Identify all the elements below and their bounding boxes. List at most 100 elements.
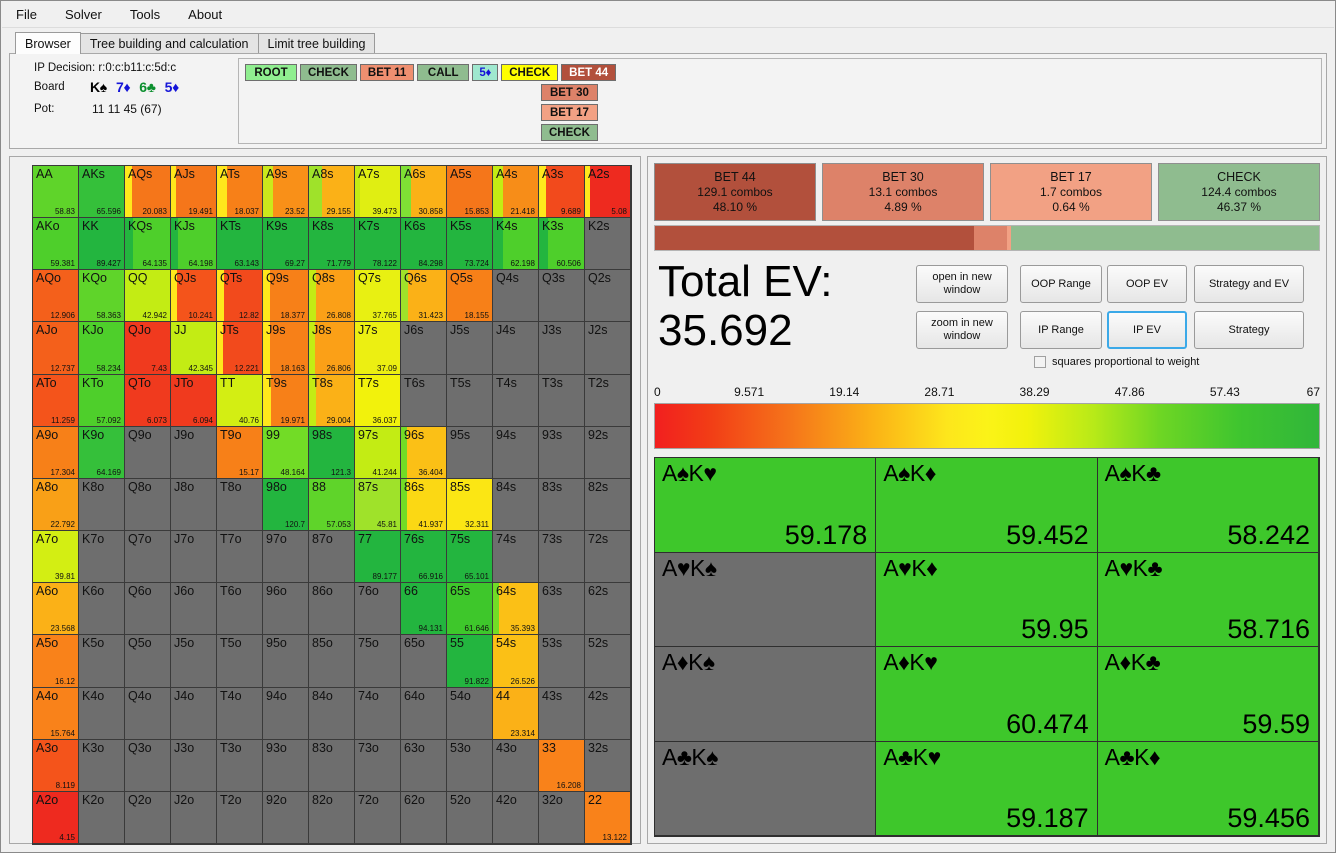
tab-tree-building[interactable]: Tree building and calculation	[80, 33, 259, 54]
menu-item-file[interactable]: File	[16, 7, 37, 22]
matrix-cell[interactable]: Q3s	[539, 270, 585, 322]
matrix-cell[interactable]: QTs12.82	[217, 270, 263, 322]
matrix-cell[interactable]: Q6o	[125, 583, 171, 635]
matrix-cell[interactable]: T2s	[585, 375, 631, 427]
matrix-cell[interactable]: 5591.822	[447, 635, 493, 687]
matrix-cell[interactable]: A5o16.12	[33, 635, 79, 687]
matrix-cell[interactable]: 76o	[355, 583, 401, 635]
matrix-cell[interactable]: 72o	[355, 792, 401, 844]
matrix-cell[interactable]: 3316.208	[539, 740, 585, 792]
combo-cell[interactable]: A♠K♣58.242	[1098, 458, 1319, 553]
matrix-cell[interactable]: KTs63.143	[217, 218, 263, 270]
matrix-cell[interactable]: KQs64.135	[125, 218, 171, 270]
hand-matrix[interactable]: AA58.83AKs65.596AQs20.083AJs19.491ATs18.…	[32, 165, 632, 845]
matrix-cell[interactable]: 97o	[263, 531, 309, 583]
matrix-cell[interactable]: J2o	[171, 792, 217, 844]
zoom-in-new-window-button[interactable]: zoom in new window	[916, 311, 1008, 349]
matrix-cell[interactable]: T2o	[217, 792, 263, 844]
matrix-cell[interactable]: 52o	[447, 792, 493, 844]
matrix-cell[interactable]: J6o	[171, 583, 217, 635]
matrix-cell[interactable]: 98o120.7	[263, 479, 309, 531]
matrix-cell[interactable]: AA58.83	[33, 166, 79, 218]
matrix-cell[interactable]: T9o15.17	[217, 427, 263, 479]
matrix-cell[interactable]: Q7o	[125, 531, 171, 583]
matrix-cell[interactable]: 94s	[493, 427, 539, 479]
matrix-cell[interactable]: A6o23.568	[33, 583, 79, 635]
matrix-cell[interactable]: J9s18.163	[263, 322, 309, 374]
menu-item-tools[interactable]: Tools	[130, 7, 160, 22]
matrix-cell[interactable]: 76s66.916	[401, 531, 447, 583]
matrix-cell[interactable]: T7o	[217, 531, 263, 583]
matrix-cell[interactable]: KTo57.092	[79, 375, 125, 427]
ip-range-button[interactable]: IP Range	[1020, 311, 1102, 349]
menu-item-about[interactable]: About	[188, 7, 222, 22]
matrix-cell[interactable]: 84o	[309, 688, 355, 740]
matrix-cell[interactable]: 64o	[401, 688, 447, 740]
matrix-cell[interactable]: J3s	[539, 322, 585, 374]
open-in-new-window-button[interactable]: open in new window	[916, 265, 1008, 303]
matrix-cell[interactable]: 75s65.101	[447, 531, 493, 583]
matrix-cell[interactable]: 73s	[539, 531, 585, 583]
matrix-cell[interactable]: 96s36.404	[401, 427, 447, 479]
matrix-cell[interactable]: 98s121.3	[309, 427, 355, 479]
matrix-cell[interactable]: A8o22.792	[33, 479, 79, 531]
matrix-cell[interactable]: 94o	[263, 688, 309, 740]
matrix-cell[interactable]: 62s	[585, 583, 631, 635]
matrix-cell[interactable]: JTo6.094	[171, 375, 217, 427]
matrix-cell[interactable]: AKo59.381	[33, 218, 79, 270]
action-card-bet-44[interactable]: BET 44129.1 combos48.10 %	[654, 163, 816, 221]
combo-cell[interactable]: A♦K♣59.59	[1098, 647, 1319, 742]
matrix-cell[interactable]: J3o	[171, 740, 217, 792]
matrix-cell[interactable]: Q4o	[125, 688, 171, 740]
matrix-cell[interactable]: 9948.164	[263, 427, 309, 479]
tree-node-check[interactable]: CHECK	[501, 64, 558, 81]
matrix-cell[interactable]: A3s9.689	[539, 166, 585, 218]
matrix-cell[interactable]: J6s	[401, 322, 447, 374]
oop-ev-button[interactable]: OOP EV	[1107, 265, 1187, 303]
tab-limit-tree-building[interactable]: Limit tree building	[258, 33, 376, 54]
combo-cell[interactable]: A♦K♠	[655, 647, 876, 742]
matrix-cell[interactable]: 86s41.937	[401, 479, 447, 531]
matrix-cell[interactable]: 93o	[263, 740, 309, 792]
tab-browser[interactable]: Browser	[15, 32, 81, 54]
tree-node-5-[interactable]: 5♦	[472, 64, 498, 81]
combo-cell[interactable]: A♣K♦59.456	[1098, 742, 1319, 837]
matrix-cell[interactable]: Q7s37.765	[355, 270, 401, 322]
matrix-cell[interactable]: JTs12.221	[217, 322, 263, 374]
matrix-cell[interactable]: K2o	[79, 792, 125, 844]
matrix-cell[interactable]: AQo12.906	[33, 270, 79, 322]
matrix-cell[interactable]: AQs20.083	[125, 166, 171, 218]
matrix-cell[interactable]: AJo12.737	[33, 322, 79, 374]
matrix-cell[interactable]: 42o	[493, 792, 539, 844]
tree-branch-node-check[interactable]: CHECK	[541, 124, 598, 141]
matrix-cell[interactable]: K2s	[585, 218, 631, 270]
matrix-cell[interactable]: T4o	[217, 688, 263, 740]
matrix-cell[interactable]: K9s69.27	[263, 218, 309, 270]
matrix-cell[interactable]: 7789.177	[355, 531, 401, 583]
squares-proportional-checkbox[interactable]	[1034, 356, 1046, 368]
matrix-cell[interactable]: Q9o	[125, 427, 171, 479]
matrix-cell[interactable]: A2s5.08	[585, 166, 631, 218]
matrix-cell[interactable]: 92s	[585, 427, 631, 479]
matrix-cell[interactable]: 87o	[309, 531, 355, 583]
matrix-cell[interactable]: K5o	[79, 635, 125, 687]
matrix-cell[interactable]: 65s61.646	[447, 583, 493, 635]
action-card-check[interactable]: CHECK124.4 combos46.37 %	[1158, 163, 1320, 221]
matrix-cell[interactable]: T8o	[217, 479, 263, 531]
oop-range-button[interactable]: OOP Range	[1020, 265, 1102, 303]
matrix-cell[interactable]: K8s71.779	[309, 218, 355, 270]
matrix-cell[interactable]: A4s21.418	[493, 166, 539, 218]
matrix-cell[interactable]: 86o	[309, 583, 355, 635]
matrix-cell[interactable]: K6o	[79, 583, 125, 635]
matrix-cell[interactable]: 75o	[355, 635, 401, 687]
matrix-cell[interactable]: ATs18.037	[217, 166, 263, 218]
matrix-cell[interactable]: 85o	[309, 635, 355, 687]
tree-node-root[interactable]: ROOT	[245, 64, 297, 81]
matrix-cell[interactable]: A2o4.15	[33, 792, 79, 844]
matrix-cell[interactable]: 73o	[355, 740, 401, 792]
matrix-cell[interactable]: A9s23.52	[263, 166, 309, 218]
combo-cell[interactable]: A♥K♣58.716	[1098, 553, 1319, 648]
matrix-cell[interactable]: K4o	[79, 688, 125, 740]
matrix-cell[interactable]: T8s29.004	[309, 375, 355, 427]
matrix-cell[interactable]: JJ42.345	[171, 322, 217, 374]
